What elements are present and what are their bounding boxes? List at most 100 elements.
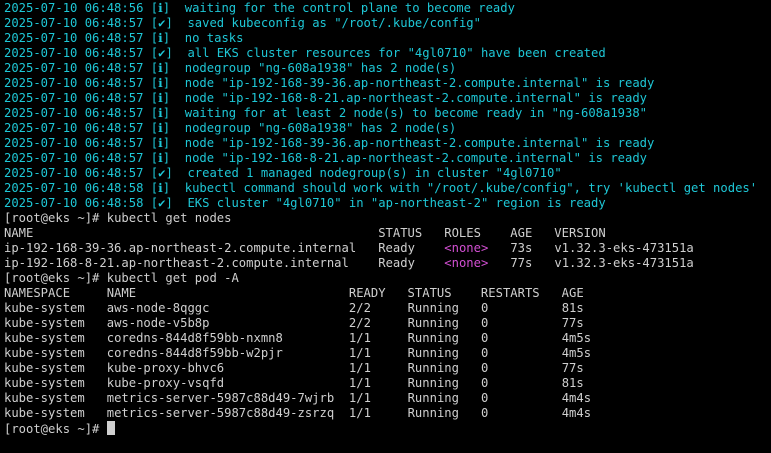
pod-ready: 1/1 — [348, 361, 371, 375]
table-row: kube-system coredns-844d8f59bb-w2pjr 1/1… — [4, 346, 769, 361]
log-timestamp: 2025-07-10 06:48:57 — [4, 121, 144, 135]
node-roles: <none> — [444, 256, 489, 270]
log-message: node "ip-192-168-8-21.ap-northeast-2.com… — [170, 91, 648, 105]
info-icon: [ℹ] — [150, 121, 171, 135]
pod-restarts: 0 — [480, 346, 489, 360]
info-icon: [ℹ] — [150, 181, 171, 195]
log-timestamp: 2025-07-10 06:48:58 — [4, 181, 144, 195]
pod-namespace: kube-system — [4, 331, 85, 345]
log-message: kubectl command should work with "/root/… — [170, 181, 758, 195]
pod-ready: 1/1 — [348, 391, 371, 405]
pod-ready: 1/1 — [348, 346, 371, 360]
log-message: waiting for the control plane to become … — [170, 1, 515, 15]
log-timestamp: 2025-07-10 06:48:56 — [4, 1, 144, 15]
pod-status: Running — [407, 316, 459, 330]
log-line: 2025-07-10 06:48:57 [ℹ] no tasks — [4, 31, 769, 46]
check-icon: [✔] — [150, 16, 173, 30]
log-message: nodegroup "ng-608a1938" has 2 node(s) — [170, 61, 457, 75]
log-timestamp: 2025-07-10 06:48:57 — [4, 136, 144, 150]
pod-namespace: kube-system — [4, 361, 85, 375]
pods-table: kube-system aws-node-8qggc 2/2 Running 0… — [4, 301, 769, 421]
log-message: nodegroup "ng-608a1938" has 2 node(s) — [170, 121, 457, 135]
command-line-1: [root@eks ~]# kubectl get nodes — [4, 211, 769, 226]
log-timestamp: 2025-07-10 06:48:57 — [4, 16, 144, 30]
log-message: node "ip-192-168-39-36.ap-northeast-2.co… — [170, 76, 655, 90]
log-message: node "ip-192-168-8-21.ap-northeast-2.com… — [170, 151, 648, 165]
node-name: ip-192-168-39-36.ap-northeast-2.compute.… — [4, 241, 357, 255]
info-icon: [ℹ] — [150, 31, 171, 45]
pod-status: Running — [407, 391, 459, 405]
pod-restarts: 0 — [480, 376, 489, 390]
log-timestamp: 2025-07-10 06:48:57 — [4, 31, 144, 45]
pod-namespace: kube-system — [4, 406, 85, 420]
info-icon: [ℹ] — [150, 61, 171, 75]
terminal[interactable]: 2025-07-10 06:48:56 [ℹ] waiting for the … — [4, 1, 769, 452]
command-text: kubectl get pod -A — [99, 271, 239, 285]
pods-table-header: NAMESPACE NAME READY STATUS RESTARTS AGE — [4, 286, 584, 300]
log-message: waiting for at least 2 node(s) to become… — [170, 106, 648, 120]
pod-restarts: 0 — [480, 391, 489, 405]
pod-ready: 2/2 — [348, 301, 371, 315]
nodes-table-header: NAME STATUS ROLES AGE VERSION — [4, 226, 606, 240]
node-age: 77s — [510, 256, 533, 270]
pod-age: 4m5s — [561, 346, 592, 360]
prompt: [root@eks ~]# — [4, 211, 100, 225]
pod-name: kube-proxy-bhvc6 — [106, 361, 225, 375]
node-age: 73s — [510, 241, 533, 255]
table-row: ip-192-168-8-21.ap-northeast-2.compute.i… — [4, 256, 769, 271]
pod-age: 4m4s — [561, 391, 592, 405]
table-row: kube-system aws-node-v5b8p 2/2 Running 0… — [4, 316, 769, 331]
table-row: kube-system kube-proxy-vsqfd 1/1 Running… — [4, 376, 769, 391]
log-line: 2025-07-10 06:48:56 [ℹ] waiting for the … — [4, 1, 769, 16]
log-line: 2025-07-10 06:48:57 [ℹ] node "ip-192-168… — [4, 151, 769, 166]
info-icon: [ℹ] — [150, 151, 171, 165]
info-icon: [ℹ] — [150, 106, 171, 120]
pod-restarts: 0 — [480, 331, 489, 345]
pod-name: kube-proxy-vsqfd — [106, 376, 225, 390]
log-timestamp: 2025-07-10 06:48:57 — [4, 46, 144, 60]
log-line: 2025-07-10 06:48:57 [ℹ] node "ip-192-168… — [4, 136, 769, 151]
pod-namespace: kube-system — [4, 316, 85, 330]
log-timestamp: 2025-07-10 06:48:57 — [4, 166, 144, 180]
node-name: ip-192-168-8-21.ap-northeast-2.compute.i… — [4, 256, 349, 270]
log-timestamp: 2025-07-10 06:48:57 — [4, 91, 144, 105]
pod-status: Running — [407, 301, 459, 315]
info-icon: [ℹ] — [150, 91, 171, 105]
log-line: 2025-07-10 06:48:57 [✔] saved kubeconfig… — [4, 16, 769, 31]
eksctl-log: 2025-07-10 06:48:56 [ℹ] waiting for the … — [4, 1, 769, 211]
log-timestamp: 2025-07-10 06:48:57 — [4, 151, 144, 165]
table-row: kube-system kube-proxy-bhvc6 1/1 Running… — [4, 361, 769, 376]
log-line: 2025-07-10 06:48:57 [✔] all EKS cluster … — [4, 46, 769, 61]
check-icon: [✔] — [150, 166, 173, 180]
table-row: kube-system metrics-server-5987c88d49-7w… — [4, 391, 769, 406]
pod-age: 4m4s — [561, 406, 592, 420]
log-line: 2025-07-10 06:48:57 [ℹ] waiting for at l… — [4, 106, 769, 121]
log-line: 2025-07-10 06:48:58 [ℹ] kubectl command … — [4, 181, 769, 196]
command-line-3[interactable]: [root@eks ~]# — [4, 421, 769, 436]
prompt: [root@eks ~]# — [4, 422, 100, 436]
pod-name: aws-node-v5b8p — [106, 316, 210, 330]
log-timestamp: 2025-07-10 06:48:57 — [4, 61, 144, 75]
pod-namespace: kube-system — [4, 301, 85, 315]
pod-age: 77s — [561, 316, 584, 330]
table-row: ip-192-168-39-36.ap-northeast-2.compute.… — [4, 241, 769, 256]
nodes-table: ip-192-168-39-36.ap-northeast-2.compute.… — [4, 241, 769, 271]
pod-restarts: 0 — [480, 406, 489, 420]
pod-ready: 2/2 — [348, 316, 371, 330]
pod-status: Running — [407, 331, 459, 345]
table-row: kube-system metrics-server-5987c88d49-zs… — [4, 406, 769, 421]
node-roles: <none> — [444, 241, 489, 255]
info-icon: [ℹ] — [150, 136, 171, 150]
log-message: created 1 managed nodegroup(s) in cluste… — [172, 166, 562, 180]
log-message: no tasks — [170, 31, 244, 45]
log-line: 2025-07-10 06:48:58 [✔] EKS cluster "4gl… — [4, 196, 769, 211]
info-icon: [ℹ] — [150, 1, 171, 15]
check-icon: [✔] — [150, 46, 173, 60]
node-version: v1.32.3-eks-473151a — [554, 256, 694, 270]
pod-name: coredns-844d8f59bb-w2pjr — [106, 346, 283, 360]
prompt: [root@eks ~]# — [4, 271, 100, 285]
pod-namespace: kube-system — [4, 376, 85, 390]
log-line: 2025-07-10 06:48:57 [✔] created 1 manage… — [4, 166, 769, 181]
log-line: 2025-07-10 06:48:57 [ℹ] nodegroup "ng-60… — [4, 61, 769, 76]
pod-age: 81s — [561, 376, 584, 390]
